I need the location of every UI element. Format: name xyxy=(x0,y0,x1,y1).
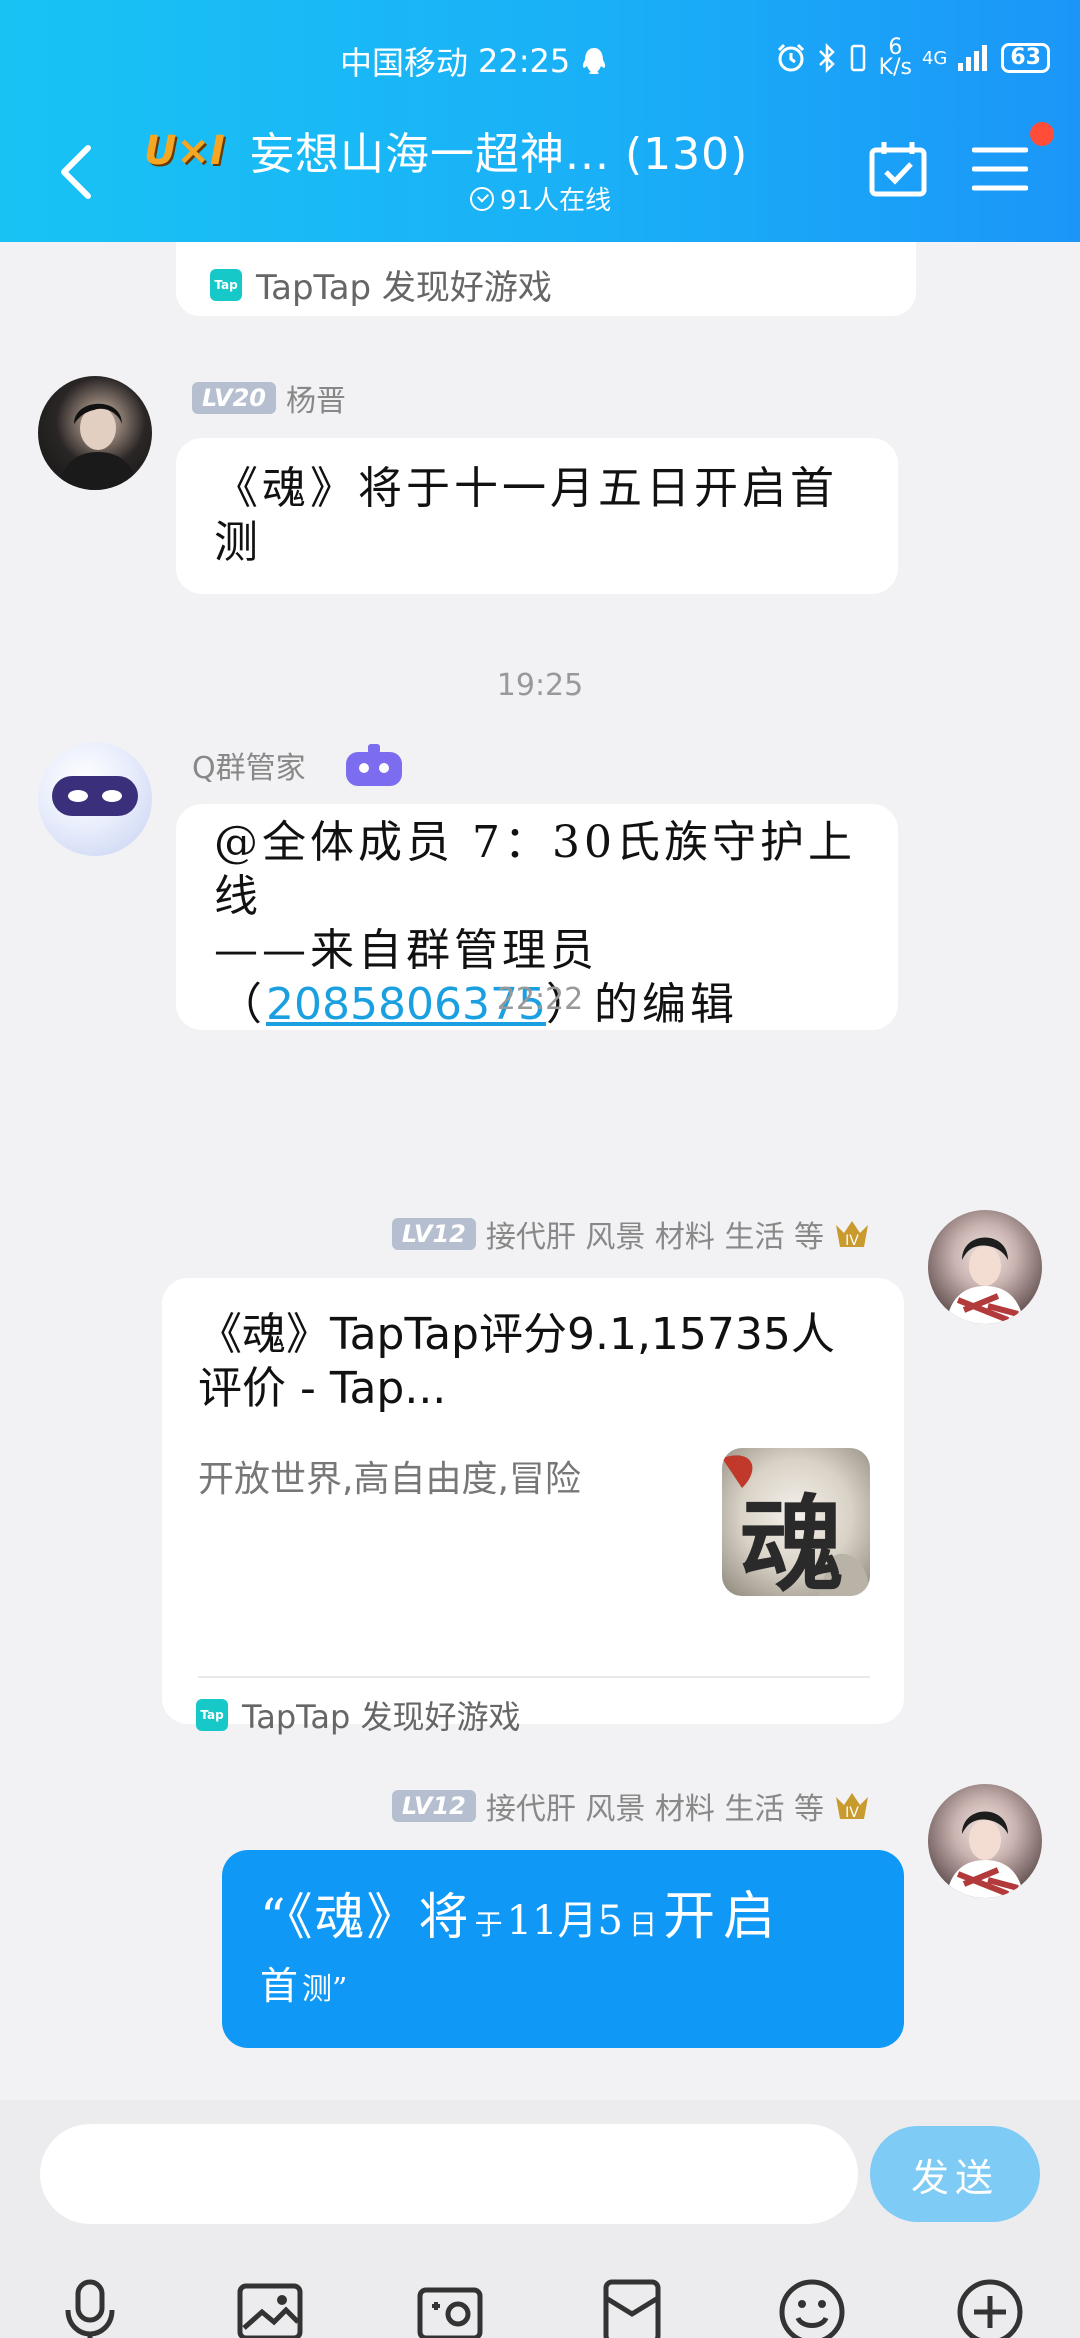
group-logo-text: U×I xyxy=(144,128,225,174)
text-part-f: 首 xyxy=(260,1964,299,2008)
status-center: 中国移动 22:25 xyxy=(340,38,608,84)
vibrate-icon xyxy=(850,44,865,72)
user-avatar-image xyxy=(946,1237,1024,1324)
online-count: 91人在线 xyxy=(500,186,612,216)
thumbnail-char: 魂 xyxy=(740,1483,845,1596)
sender-name[interactable]: Q群管家 xyxy=(192,743,306,787)
clock: 22:25 xyxy=(478,42,571,80)
svg-text:IV: IV xyxy=(845,1233,859,1249)
signal-icon xyxy=(958,45,988,71)
text-part-g: 测” xyxy=(302,1972,348,2007)
online-indicator[interactable]: 91人在线 xyxy=(470,180,611,217)
net-speed: 6 K/s xyxy=(878,37,912,80)
menu-icon[interactable] xyxy=(972,144,1028,194)
online-check-icon xyxy=(470,186,494,211)
status-right: 6 K/s 4G 63 xyxy=(775,37,1050,80)
text-part-c: 11月5 xyxy=(506,1898,623,1944)
notification-dot xyxy=(1030,122,1054,146)
group-logo: U×I xyxy=(144,128,244,178)
input-area: 发送 xyxy=(0,2100,1080,2338)
mention-line: @全体成员 7：30氏族守护上线 xyxy=(214,817,856,922)
avatar[interactable] xyxy=(38,376,152,490)
taptap-icon: Tap xyxy=(210,268,242,301)
carrier-label: 中国移动 xyxy=(340,44,469,82)
taptap-icon: Tap xyxy=(196,1699,228,1731)
message-text: 《魂》将于十一月五日开启首测 xyxy=(214,463,838,568)
back-button[interactable] xyxy=(56,142,96,202)
message-bubble[interactable]: 《魂》将于十一月五日开启首测 xyxy=(176,438,898,594)
card-source-row: Tap TapTap 发现好游戏 xyxy=(196,1692,521,1738)
user-avatar-image xyxy=(946,1811,1024,1898)
my-avatar[interactable] xyxy=(928,1210,1042,1324)
robot-face-icon xyxy=(52,776,138,816)
card-divider xyxy=(198,1676,870,1678)
text-part-b: 于 xyxy=(474,1908,503,1941)
robot-badge-icon xyxy=(345,744,402,786)
card-description: 开放世界,高自由度,冒险 xyxy=(198,1459,581,1500)
chat-messages[interactable]: Tap TapTap 发现好游戏 LV20 杨晋 《魂》将于十一月五日开启首测 … xyxy=(0,242,1080,2100)
my-avatar[interactable] xyxy=(928,1784,1042,1898)
my-message-line-1: “《魂》将 于 11月5 日 开启 xyxy=(260,1874,880,1949)
group-title[interactable]: 妄想山海一超神... (130) xyxy=(250,118,748,182)
sender-line-msg2: Q群管家 xyxy=(192,742,404,788)
plus-circle-icon[interactable] xyxy=(954,2276,1026,2338)
card-source-row: Tap TapTap 发现好游戏 xyxy=(210,260,552,309)
shared-card-partial[interactable]: Tap TapTap 发现好游戏 xyxy=(176,242,916,316)
battery-indicator: 63 xyxy=(1001,43,1050,73)
my-message-line-2: 首 测” xyxy=(260,1955,880,2010)
bluetooth-icon xyxy=(818,42,835,74)
svg-text:IV: IV xyxy=(845,1805,859,1821)
sender-name[interactable]: 杨晋 xyxy=(286,376,346,420)
net-speed-unit: K/s xyxy=(878,55,912,80)
sender-name[interactable]: 接代肝 风景 材料 生活 等 xyxy=(486,1784,824,1828)
calendar-check-icon[interactable] xyxy=(868,140,928,198)
text-part-a: “《魂》将 xyxy=(260,1888,471,1946)
image-gallery-icon[interactable] xyxy=(234,2276,306,2338)
crown-badge-icon: IV xyxy=(836,1793,868,1821)
author-line: ——来自群管理员 xyxy=(214,925,598,976)
emoji-icon[interactable] xyxy=(776,2276,848,2338)
card-source-label: TapTap 发现好游戏 xyxy=(242,1698,521,1736)
timestamp-2222: 22:22 xyxy=(496,982,584,1017)
red-packet-icon[interactable] xyxy=(596,2276,668,2338)
camera-icon[interactable] xyxy=(414,2276,486,2338)
alarm-icon xyxy=(777,43,804,72)
text-part-d: 日 xyxy=(628,1908,657,1941)
my-message-text: “《魂》将 于 11月5 日 开启 首 测” xyxy=(260,1874,880,2010)
crown-badge-icon: IV xyxy=(836,1221,868,1249)
sender-line-msg1: LV20 杨晋 xyxy=(192,376,346,420)
sender-line-msg3: LV12 接代肝 风景 材料 生活 等 IV xyxy=(391,1212,870,1256)
level-badge: LV12 xyxy=(391,1790,476,1822)
sender-line-msg4: LV12 接代肝 风景 材料 生活 等 IV xyxy=(391,1784,870,1828)
send-button[interactable]: 发送 xyxy=(870,2126,1040,2222)
my-message-bubble[interactable]: “《魂》将 于 11月5 日 开启 首 测” xyxy=(222,1850,904,2048)
qq-notification-icon xyxy=(583,48,606,74)
level-badge: LV20 xyxy=(192,382,276,414)
chat-header: 中国移动 22:25 6 K/s 4G 63 U×I 妄想山海一超神... (1… xyxy=(0,0,1080,242)
network-type: 4G xyxy=(921,47,948,69)
level-badge: LV12 xyxy=(391,1218,476,1250)
card-source-label: TapTap 发现好游戏 xyxy=(256,268,552,308)
shared-game-card[interactable]: 《魂》TapTap评分9.1,15735人评价 - Tap... 开放世界,高自… xyxy=(162,1278,904,1736)
user-avatar-image xyxy=(58,403,138,490)
microphone-icon[interactable] xyxy=(54,2276,126,2338)
bot-avatar[interactable] xyxy=(38,742,152,856)
text-part-e: 开启 xyxy=(662,1887,783,1947)
card-title: 《魂》TapTap评分9.1,15735人评价 - Tap... xyxy=(198,1309,835,1414)
timestamp-1925: 19:25 xyxy=(496,668,584,703)
status-bar: 中国移动 22:25 6 K/s 4G 63 xyxy=(0,36,1080,84)
sender-name[interactable]: 接代肝 风景 材料 生活 等 xyxy=(486,1212,824,1256)
message-input[interactable] xyxy=(40,2124,858,2224)
game-thumbnail: 魂 xyxy=(722,1448,870,1596)
